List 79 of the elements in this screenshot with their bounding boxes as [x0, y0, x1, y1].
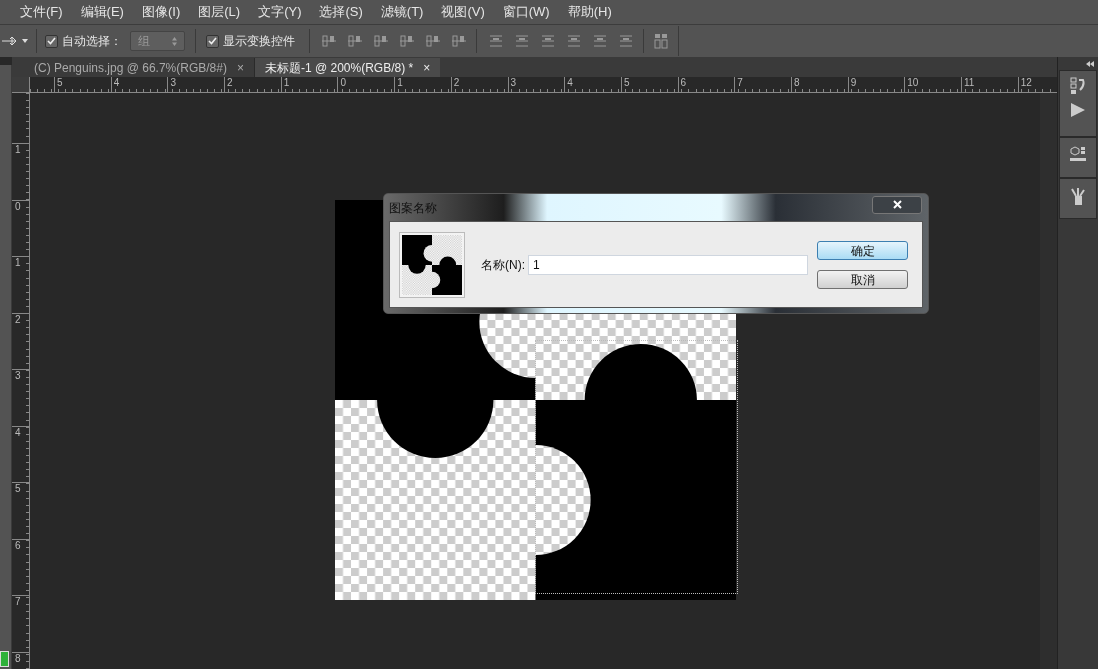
auto-align-icon[interactable] — [654, 33, 668, 49]
align-icon[interactable] — [400, 34, 414, 48]
spinner-icon — [172, 36, 177, 46]
foreground-color-swatch[interactable] — [0, 651, 9, 667]
distribute-icon[interactable] — [567, 34, 581, 48]
distribute-icon[interactable] — [619, 34, 633, 48]
menu-item[interactable]: 文件(F) — [20, 2, 63, 22]
check-icon — [208, 37, 217, 45]
name-input[interactable]: 1 — [528, 254, 808, 275]
tab-close-button[interactable]: × — [236, 58, 244, 77]
ruler-number: 0 — [15, 200, 21, 212]
auto-select-label: 自动选择： — [62, 33, 122, 50]
collapse-icon[interactable] — [1086, 60, 1094, 67]
menu-item[interactable]: 文字(Y) — [258, 2, 302, 22]
ruler-number: 5 — [57, 77, 63, 88]
align-icon[interactable] — [452, 34, 466, 48]
ruler-number: 10 — [907, 77, 919, 88]
document-tab[interactable]: 未标题-1 @ 200%(RGB/8) * × — [254, 58, 441, 77]
distribute-icon[interactable] — [515, 34, 529, 48]
name-label: 名称(N): — [481, 256, 525, 274]
auto-select-checkbox[interactable] — [45, 34, 58, 48]
ruler-number: 0 — [340, 77, 346, 88]
align-icon[interactable] — [348, 34, 362, 48]
ruler-number: 7 — [737, 77, 743, 88]
ruler-number: 2 — [15, 313, 21, 325]
ruler-origin[interactable] — [12, 77, 30, 93]
menu-item[interactable]: 帮助(H) — [567, 2, 612, 22]
menu-item[interactable]: 窗口(W) — [502, 2, 550, 22]
distribute-icon[interactable] — [593, 34, 607, 48]
tab-close-button[interactable]: × — [423, 58, 431, 77]
ruler-number: 2 — [227, 77, 233, 88]
show-transform-checkbox[interactable] — [206, 34, 219, 48]
ruler-number: 5 — [623, 77, 630, 88]
distribute-icon[interactable] — [541, 34, 555, 48]
ruler-number: 3 — [15, 370, 21, 381]
ruler-number: 9 — [850, 77, 857, 88]
close-button[interactable] — [872, 195, 922, 214]
caret-icon[interactable] — [22, 39, 28, 43]
align-icon[interactable] — [374, 34, 388, 48]
ruler-number: 7 — [15, 596, 21, 607]
ruler-number: 4 — [567, 77, 573, 88]
ruler-number: 12 — [1020, 77, 1032, 88]
close-icon — [892, 200, 902, 209]
menu-item[interactable]: 选择(S) — [319, 2, 363, 22]
menu-item[interactable]: 视图(V) — [441, 2, 485, 22]
play-icon[interactable] — [1071, 103, 1085, 117]
ruler-number: 8 — [15, 652, 21, 664]
ruler-number: 2 — [453, 77, 460, 88]
align-icon[interactable] — [426, 34, 440, 48]
pattern-preview — [399, 231, 465, 298]
dialog-title: 图案名称 — [389, 199, 437, 217]
ruler-number: 1 — [397, 77, 403, 88]
menu-item[interactable]: 编辑(E) — [80, 2, 124, 22]
show-transform-label: 显示变换控件 — [223, 33, 295, 50]
dialog-button[interactable]: 确定 — [817, 240, 908, 260]
ruler-number: 4 — [15, 426, 21, 438]
menu-item[interactable]: 滤镜(T) — [380, 2, 424, 22]
transform-bounding-box[interactable] — [535, 340, 738, 594]
ruler-number: 6 — [15, 539, 21, 551]
align-icon[interactable] — [322, 34, 336, 48]
ruler-number: 3 — [170, 77, 176, 88]
ruler-number: 1 — [15, 257, 21, 268]
distribute-icon[interactable] — [489, 34, 503, 48]
ruler-number: 1 — [15, 144, 21, 155]
ruler-number: 3 — [510, 77, 517, 88]
brushes-icon[interactable] — [1071, 187, 1085, 205]
menu-item[interactable]: 图像(I) — [141, 2, 181, 22]
menu-item[interactable]: 图层(L) — [198, 2, 241, 22]
cube-icon[interactable] — [1070, 146, 1086, 164]
ruler-number: 8 — [793, 77, 800, 88]
history-icon[interactable] — [1070, 77, 1086, 95]
move-tool-icon[interactable] — [2, 35, 16, 47]
ruler-number: 11 — [964, 77, 975, 88]
check-icon — [47, 37, 56, 45]
ruler-number: 6 — [680, 77, 687, 88]
ruler-number: 1 — [283, 77, 290, 88]
ruler-number: 4 — [113, 77, 120, 88]
dialog-button[interactable]: 取消 — [817, 269, 908, 289]
ruler-number: 5 — [15, 483, 21, 494]
